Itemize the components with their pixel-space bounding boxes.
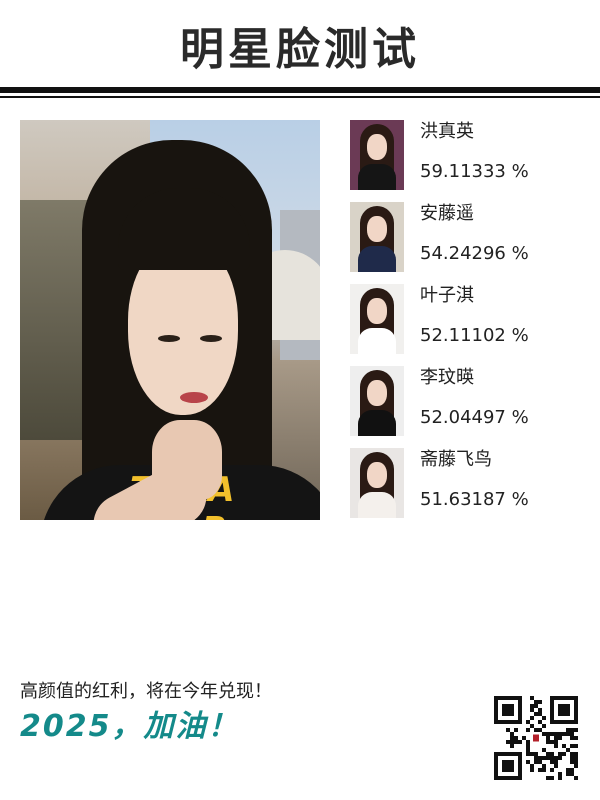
avatar-body (358, 164, 396, 190)
match-item-2: 安藤遥 54.24296 % (350, 202, 590, 274)
match-item-3: 叶子淇 52.11102 % (350, 284, 590, 356)
match-name: 叶子淇 (420, 285, 474, 306)
match-item-1: 洪真英 59.11333 % (350, 120, 590, 192)
match-avatar (350, 284, 404, 354)
match-percent: 52.04497 % (420, 407, 529, 428)
photo-hand (152, 420, 222, 500)
match-name: 李玟暎 (420, 367, 474, 388)
match-avatar (350, 448, 404, 518)
avatar-body (358, 328, 396, 354)
avatar-body (358, 246, 396, 272)
match-item-5: 斋藤飞鸟 51.63187 % (350, 448, 590, 520)
photo-right-eye (200, 335, 222, 342)
user-photo: TROALEAR (20, 120, 320, 520)
footer-cheer: 2025，加油！ (20, 709, 240, 744)
avatar-body (358, 410, 396, 436)
match-name: 洪真英 (420, 121, 474, 142)
title-divider-thick (0, 87, 600, 93)
avatar-body (358, 492, 396, 518)
match-item-4: 李玟暎 52.04497 % (350, 366, 590, 438)
match-name: 斋藤飞鸟 (420, 449, 492, 470)
page-title: 明星脸测试 (180, 24, 420, 75)
match-percent: 52.11102 % (420, 325, 529, 346)
photo-lips (180, 392, 208, 403)
qr-code-icon[interactable] (494, 696, 578, 780)
footer-slogan: 高颜值的红利，将在今年兑现！ (20, 681, 272, 702)
photo-left-eye (158, 335, 180, 342)
title-divider-thin (0, 96, 600, 98)
match-percent: 59.11333 % (420, 161, 529, 182)
match-name: 安藤遥 (420, 203, 474, 224)
match-percent: 51.63187 % (420, 489, 529, 510)
match-percent: 54.24296 % (420, 243, 529, 264)
match-avatar (350, 366, 404, 436)
match-avatar (350, 202, 404, 272)
match-avatar (350, 120, 404, 190)
